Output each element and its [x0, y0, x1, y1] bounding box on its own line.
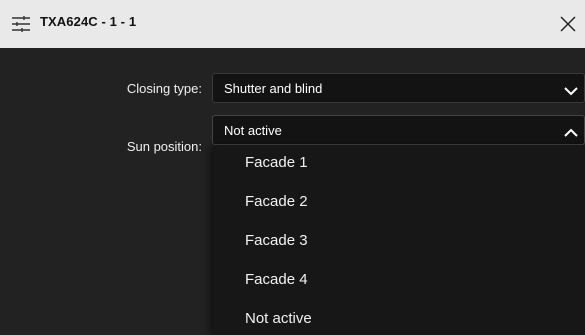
closing-type-select[interactable]: Shutter and blind: [212, 73, 585, 103]
option-label: Facade 2: [245, 193, 308, 210]
sun-position-dropdown: Facade 1 Facade 2 Facade 3 Facade 4 Not …: [213, 145, 585, 335]
option-label: Facade 3: [245, 232, 308, 249]
dropdown-option[interactable]: Facade 1: [213, 145, 585, 183]
dropdown-option[interactable]: Not active: [213, 301, 585, 335]
sun-position-label: Sun position:: [126, 139, 202, 154]
dialog-content: Closing type: Shutter and blind Sun posi…: [0, 48, 585, 335]
option-label: Not active: [245, 310, 312, 327]
sun-position-value: Not active: [224, 123, 282, 138]
sliders-icon: [10, 16, 32, 32]
chevron-up-icon: [564, 125, 578, 137]
option-label: Facade 1: [245, 154, 308, 171]
title-bar: TXA624C - 1 - 1: [0, 0, 585, 48]
close-button[interactable]: [557, 13, 579, 35]
chevron-down-icon: [564, 83, 578, 96]
dialog-window: TXA624C - 1 - 1 Closing type: Shutter an…: [0, 0, 585, 335]
dropdown-option[interactable]: Facade 2: [213, 184, 585, 222]
closing-type-value: Shutter and blind: [224, 81, 323, 96]
closing-type-label: Closing type:: [126, 81, 202, 96]
dropdown-option[interactable]: Facade 3: [213, 223, 585, 261]
dialog-title: TXA624C - 1 - 1: [40, 14, 137, 29]
close-icon: [560, 16, 576, 32]
sun-position-select[interactable]: Not active: [212, 115, 585, 145]
dropdown-option[interactable]: Facade 4: [213, 262, 585, 300]
option-label: Facade 4: [245, 271, 308, 288]
